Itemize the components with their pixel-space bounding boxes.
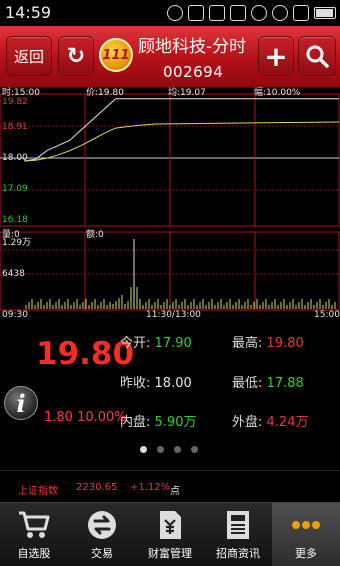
price-tick-mid: 18.00 [2,153,28,163]
signal-icon [293,5,309,21]
page-dot[interactable] [157,446,164,453]
bottom-tab-bar: 自选股 交易 财富管理 招商资讯 更多 [0,502,340,566]
price-tick: 18.91 [2,122,28,132]
info-button[interactable]: i [4,386,38,420]
cart-icon [19,511,50,538]
series-line-1 [23,123,157,162]
wifi-icon [272,5,288,21]
avg-readout: 均:19.07 [168,88,206,98]
high-label: 最高: [232,336,263,351]
add-button[interactable]: + [258,36,294,76]
ticker-index-change: +1.12% [130,482,171,493]
tab-label: 更多 [295,547,317,560]
plus-icon: + [264,39,288,73]
page-dot[interactable] [140,446,147,453]
inner-value: 5.90万 [154,415,197,430]
chart-canvas [0,93,340,311]
time-tick-start: 09:30 [2,310,28,320]
amount-readout: 额:0 [86,230,104,240]
volume-tick-top: 1.29万 [2,238,32,248]
page-dot[interactable] [174,446,181,453]
tab-label: 财富管理 [148,547,192,560]
open-label: 今开: [120,336,151,351]
price-readout: 价:19.80 [86,88,124,98]
refresh-button[interactable]: ↻ [58,36,94,76]
battery-icon [314,7,336,19]
search-button[interactable] [298,36,336,76]
app-logo: 111 [99,38,133,72]
price-tick: 17.09 [2,184,28,194]
volume-tick: 6438 [2,269,25,279]
series-line-0 [23,98,156,162]
high-stat: 最高: 19.80 [232,332,304,351]
search-icon [306,45,329,68]
tab-wealth[interactable]: 财富管理 [136,503,204,566]
intraday-chart[interactable]: 时:15:00 价:19.80 均:19.07 幅:10.00% 19.82 1… [0,88,340,320]
ticker-index-name: 上证指数 [18,486,58,497]
status-icons [167,4,336,22]
tab-trade[interactable]: 交易 [68,503,136,566]
ticker-trailing: 点 [170,486,180,497]
status-time: 14:59 [5,3,52,22]
price-tick-bottom: 16.18 [2,215,28,225]
low-label: 最低: [232,376,263,391]
time-tick-mid: 11:30/13:00 [146,310,201,320]
chat-icon [167,5,183,21]
info-icon: i [16,388,26,418]
grid-icon [188,5,204,21]
outer-value: 4.24万 [266,415,309,430]
prev-close-value: 18.00 [154,376,192,391]
exchange-icon [88,511,116,539]
index-ticker[interactable]: 上证指数 2230.65 +1.12% 点 [0,478,340,498]
back-button[interactable]: 返回 [6,36,52,76]
news-icon [227,511,249,539]
high-value: 19.80 [266,336,304,351]
tab-label: 交易 [91,547,113,560]
inner-volume-stat: 内盘: 5.90万 [120,411,196,430]
tab-label: 招商资讯 [216,547,260,560]
page-title: 顾地科技-分时 [138,37,247,57]
status-bar: 14:59 [0,0,340,26]
quote-panel: 19.80 i 1.80 10.00% 今开: 17.90 最高: 19.80 … [0,322,340,462]
outer-volume-stat: 外盘: 4.24万 [232,411,308,430]
price-change: 1.80 10.00% [44,410,127,425]
header-bar: 返回 ↻ 111 顾地科技-分时 002694 + [0,26,340,88]
more-icon [292,521,320,529]
wealth-icon [160,511,181,539]
time-tick-end: 15:00 [314,310,340,320]
refresh-icon: ↻ [66,43,86,69]
low-stat: 最低: 17.88 [232,372,304,391]
range-readout: 幅:10.00% [254,88,301,98]
tab-more[interactable]: 更多 [272,503,340,566]
inner-label: 内盘: [120,415,151,430]
ticker-index-value: 2230.65 [76,482,118,493]
open-stat: 今开: 17.90 [120,332,192,351]
page-indicator[interactable] [140,446,198,453]
tab-news[interactable]: 招商资讯 [204,503,272,566]
open-value: 17.90 [154,336,192,351]
price-tick-top: 19.82 [2,97,28,107]
prev-close-label: 昨收: [120,376,151,391]
outer-label: 外盘: [232,415,263,430]
tab-label: 自选股 [17,547,51,560]
page-dot[interactable] [191,446,198,453]
tab-watchlist[interactable]: 自选股 [0,503,68,566]
share-icon [230,5,246,21]
usb-icon [209,5,225,21]
stock-code: 002694 [163,63,224,81]
low-value: 17.88 [266,376,304,391]
prev-close-stat: 昨收: 18.00 [120,372,192,391]
series-line-1-extension [155,121,340,125]
divider [0,470,340,471]
alarm-icon [251,5,267,21]
